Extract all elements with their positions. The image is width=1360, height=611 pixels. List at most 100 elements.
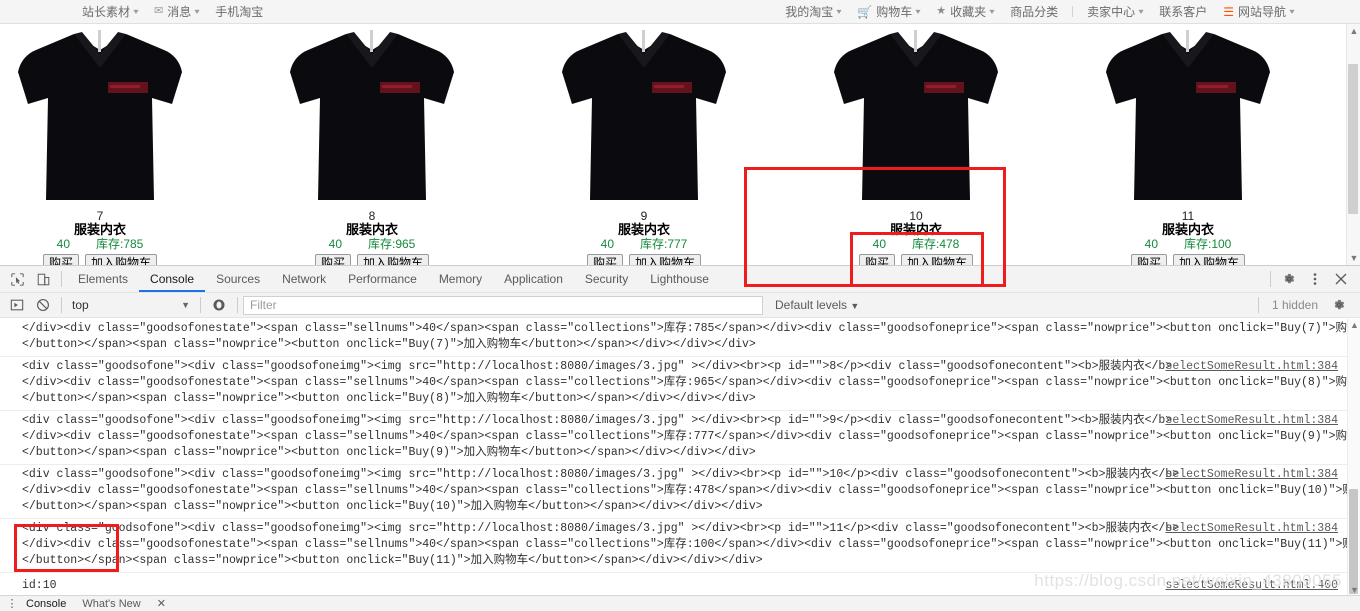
product-title: 服装内衣: [617, 222, 670, 237]
console-settings-gear-icon[interactable]: [1326, 292, 1352, 318]
product-image[interactable]: [1052, 24, 1324, 210]
console-log-row[interactable]: <div class="goodsofone"><div class="good…: [0, 357, 1360, 411]
scroll-down-arrow-icon[interactable]: ▼: [1350, 585, 1359, 595]
product-title: 服装内衣: [73, 222, 126, 237]
topbar-item-label: 网站导航: [1237, 4, 1286, 19]
live-expression-icon[interactable]: [206, 292, 232, 318]
console-log-line: <div class="goodsofone"><div class="good…: [22, 468, 1180, 481]
console-scrollbar-thumb[interactable]: [1349, 489, 1358, 594]
gear-icon[interactable]: [1276, 266, 1302, 292]
tab-security[interactable]: Security: [574, 266, 639, 292]
product-image[interactable]: [0, 24, 236, 210]
chevron-down-icon: ▾: [989, 6, 995, 16]
drawer-tab-whats-new[interactable]: What's New: [74, 598, 148, 610]
device-toolbar-icon[interactable]: [30, 266, 56, 292]
tab-memory[interactable]: Memory: [428, 266, 493, 292]
topbar-item-contact-service[interactable]: 联系客户: [1151, 0, 1215, 24]
console-log-row[interactable]: <div class="goodsofone"><div class="good…: [0, 411, 1360, 465]
tab-console[interactable]: Console: [139, 266, 205, 292]
drawer-kebab-menu-icon[interactable]: ⋮: [6, 597, 18, 610]
tab-application[interactable]: Application: [493, 266, 574, 292]
devtools-drawer-bar: ⋮ Console What's New ✕: [0, 595, 1360, 611]
drawer-tab-console[interactable]: Console: [18, 598, 74, 610]
inspect-element-icon[interactable]: [4, 266, 30, 292]
product-id: 8: [368, 209, 376, 223]
product-image[interactable]: [236, 24, 508, 210]
product-grid: 7 服装内衣 40 库存:785 购买 加入购物车 8 服装内衣 40 库存:9…: [0, 24, 1360, 269]
kebab-menu-icon[interactable]: [1302, 266, 1328, 292]
topbar-item-label: 我的淘宝: [785, 4, 834, 19]
console-result-row[interactable]: id:10 selectSomeResult.html:400: [0, 573, 1360, 596]
execution-context-select[interactable]: top ▼: [67, 296, 195, 315]
console-log-line: </div><div class="goodsofonestate"><span…: [22, 376, 1359, 389]
scroll-down-arrow-icon[interactable]: ▼: [1349, 252, 1359, 264]
scroll-up-arrow-icon[interactable]: ▲: [1350, 320, 1359, 330]
product-sellnums: 40: [328, 237, 342, 251]
tab-lighthouse[interactable]: Lighthouse: [639, 266, 720, 292]
close-icon-glyph: [1335, 273, 1347, 285]
tab-performance[interactable]: Performance: [337, 266, 428, 292]
console-levels-label: Default levels: [775, 298, 848, 312]
console-filter-input[interactable]: [243, 295, 763, 315]
console-levels-dropdown[interactable]: Default levels ▼: [775, 298, 859, 312]
clear-console-icon[interactable]: [30, 292, 56, 318]
topbar-item-favorites[interactable]: ★ 收藏夹 ▾: [928, 0, 1002, 24]
gear-icon-glyph: [1334, 299, 1345, 310]
console-log-line: </button></span><span class="nowprice"><…: [22, 392, 756, 405]
topbar-item-mobile-taobao[interactable]: 手机淘宝: [207, 0, 271, 24]
polo-shirt-image: [1106, 30, 1270, 200]
tab-elements[interactable]: Elements: [67, 266, 139, 292]
console-log-row[interactable]: <div class="goodsofone"><div class="good…: [0, 465, 1360, 519]
console-filter-bar: top ▼ Default levels ▼ 1 hidden: [0, 293, 1360, 318]
chevron-down-icon: ▾: [836, 6, 842, 16]
console-log-source-link[interactable]: selectSomeResult.html:384: [1165, 413, 1338, 429]
product-image[interactable]: [780, 24, 1052, 210]
topbar-item-categories[interactable]: 商品分类: [1002, 0, 1066, 24]
topbar-item-label: 联系客户: [1159, 4, 1208, 19]
scroll-up-arrow-icon[interactable]: ▲: [1349, 25, 1359, 37]
console-log-row[interactable]: </div><div class="goodsofonestate"><span…: [0, 319, 1360, 357]
console-scrollbar[interactable]: ▲ ▼: [1347, 319, 1360, 596]
devtools-panel: Elements Console Sources Network Perform…: [0, 265, 1360, 611]
page-scrollbar-thumb[interactable]: [1348, 64, 1358, 214]
console-log-source-link[interactable]: selectSomeResult.html:384: [1165, 359, 1338, 375]
product-sellnums: 40: [56, 237, 70, 251]
console-log-source-link[interactable]: selectSomeResult.html:384: [1165, 467, 1338, 483]
page-scrollbar[interactable]: ▲ ▼: [1346, 24, 1360, 265]
toolbar-divider: [1270, 271, 1271, 287]
toolbar-divider: [61, 271, 62, 287]
tab-network[interactable]: Network: [271, 266, 337, 292]
topbar-item-messages[interactable]: ✉ 消息 ▾: [146, 0, 207, 24]
execute-snippet-icon[interactable]: [4, 292, 30, 318]
product-sellnums: 40: [872, 237, 886, 251]
product-card[interactable]: 8 服装内衣 40 库存:965 购买 加入购物车: [236, 24, 508, 269]
product-card[interactable]: 10 服装内衣 40 库存:478 购买 加入购物车: [780, 24, 1052, 269]
chevron-down-icon: ▼: [850, 301, 860, 311]
topbar-item-label: 手机淘宝: [215, 4, 264, 19]
filterbar-right: 1 hidden: [1253, 292, 1360, 318]
topbar-item-site-nav[interactable]: ☰ 网站导航 ▾: [1215, 0, 1302, 24]
product-image[interactable]: [508, 24, 780, 210]
product-stock: 库存:100: [1184, 237, 1232, 251]
kebab-icon-glyph: [1313, 273, 1317, 285]
chevron-down-icon: ▾: [1138, 6, 1144, 16]
topbar-item-cart[interactable]: 🛒 购物车 ▾: [849, 0, 928, 24]
tab-sources[interactable]: Sources: [205, 266, 271, 292]
inspect-icon-glyph: [10, 272, 24, 286]
filterbar-divider: [1257, 297, 1259, 313]
console-log-row[interactable]: <div class="goodsofone"><div class="good…: [0, 519, 1360, 573]
console-log-source-link[interactable]: selectSomeResult.html:400: [1165, 578, 1338, 594]
topbar-item-zhanzhang[interactable]: 站长素材 ▾: [74, 0, 146, 24]
polo-shirt-image: [18, 30, 182, 200]
product-card[interactable]: 7 服装内衣 40 库存:785 购买 加入购物车: [0, 24, 236, 269]
console-log-source-link[interactable]: selectSomeResult.html:384: [1165, 521, 1338, 537]
topbar-item-seller-center[interactable]: 卖家中心 ▾: [1079, 0, 1151, 24]
product-card[interactable]: 11 服装内衣 40 库存:100 购买 加入购物车: [1052, 24, 1324, 269]
product-card[interactable]: 9 服装内衣 40 库存:777 购买 加入购物车: [508, 24, 780, 269]
close-icon[interactable]: [1328, 266, 1354, 292]
drawer-close-icon[interactable]: ✕: [149, 597, 174, 610]
topbar-item-label: 商品分类: [1010, 4, 1059, 19]
topbar-item-label: 收藏夹: [950, 4, 987, 19]
product-title: 服装内衣: [1161, 222, 1214, 237]
topbar-item-my-taobao[interactable]: 我的淘宝 ▾: [777, 0, 849, 24]
